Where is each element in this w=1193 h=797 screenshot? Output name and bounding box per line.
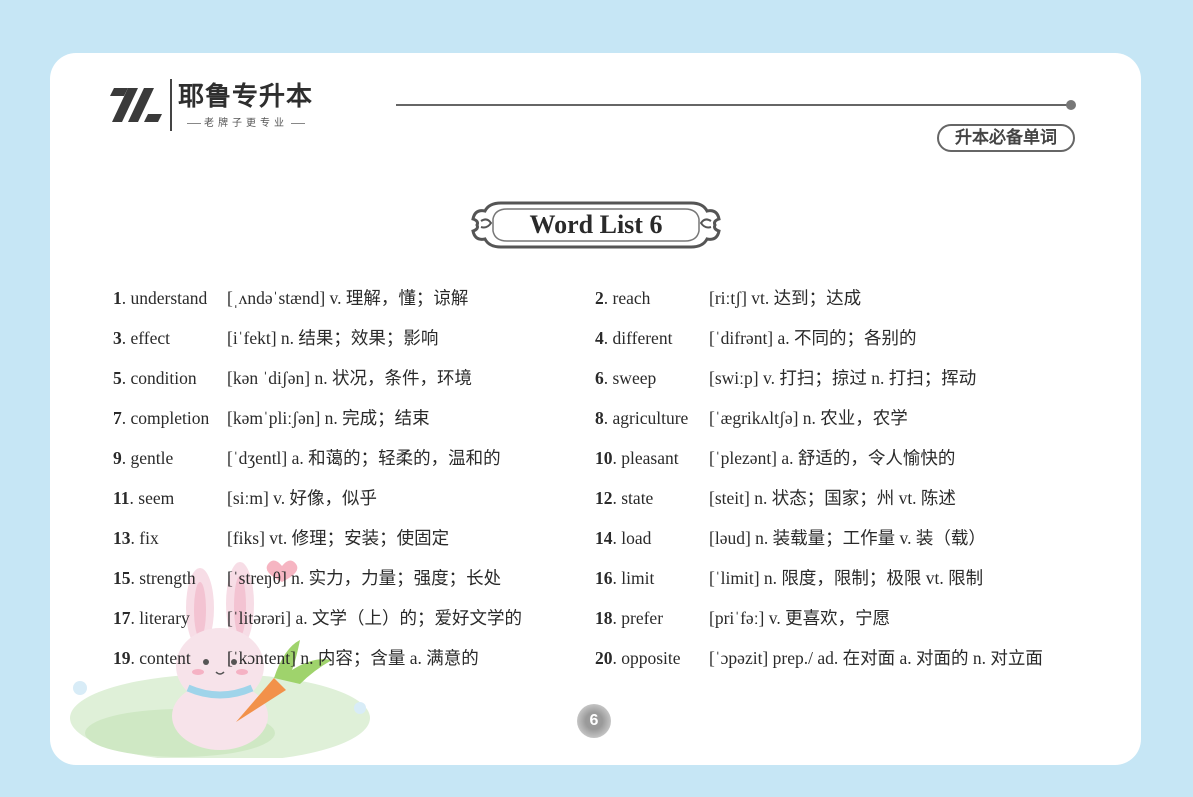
header-rule-dot: [1066, 100, 1076, 110]
page-number: 6: [577, 704, 611, 738]
header-rule: [396, 104, 1068, 106]
page-title: Word List 6: [529, 210, 663, 239]
brand-tagline: 老牌子更专业: [166, 114, 326, 129]
section-badge: 升本必备单词: [937, 124, 1075, 152]
logo-icon: [110, 88, 162, 122]
brand-name: 耶鲁专升本: [178, 82, 314, 112]
